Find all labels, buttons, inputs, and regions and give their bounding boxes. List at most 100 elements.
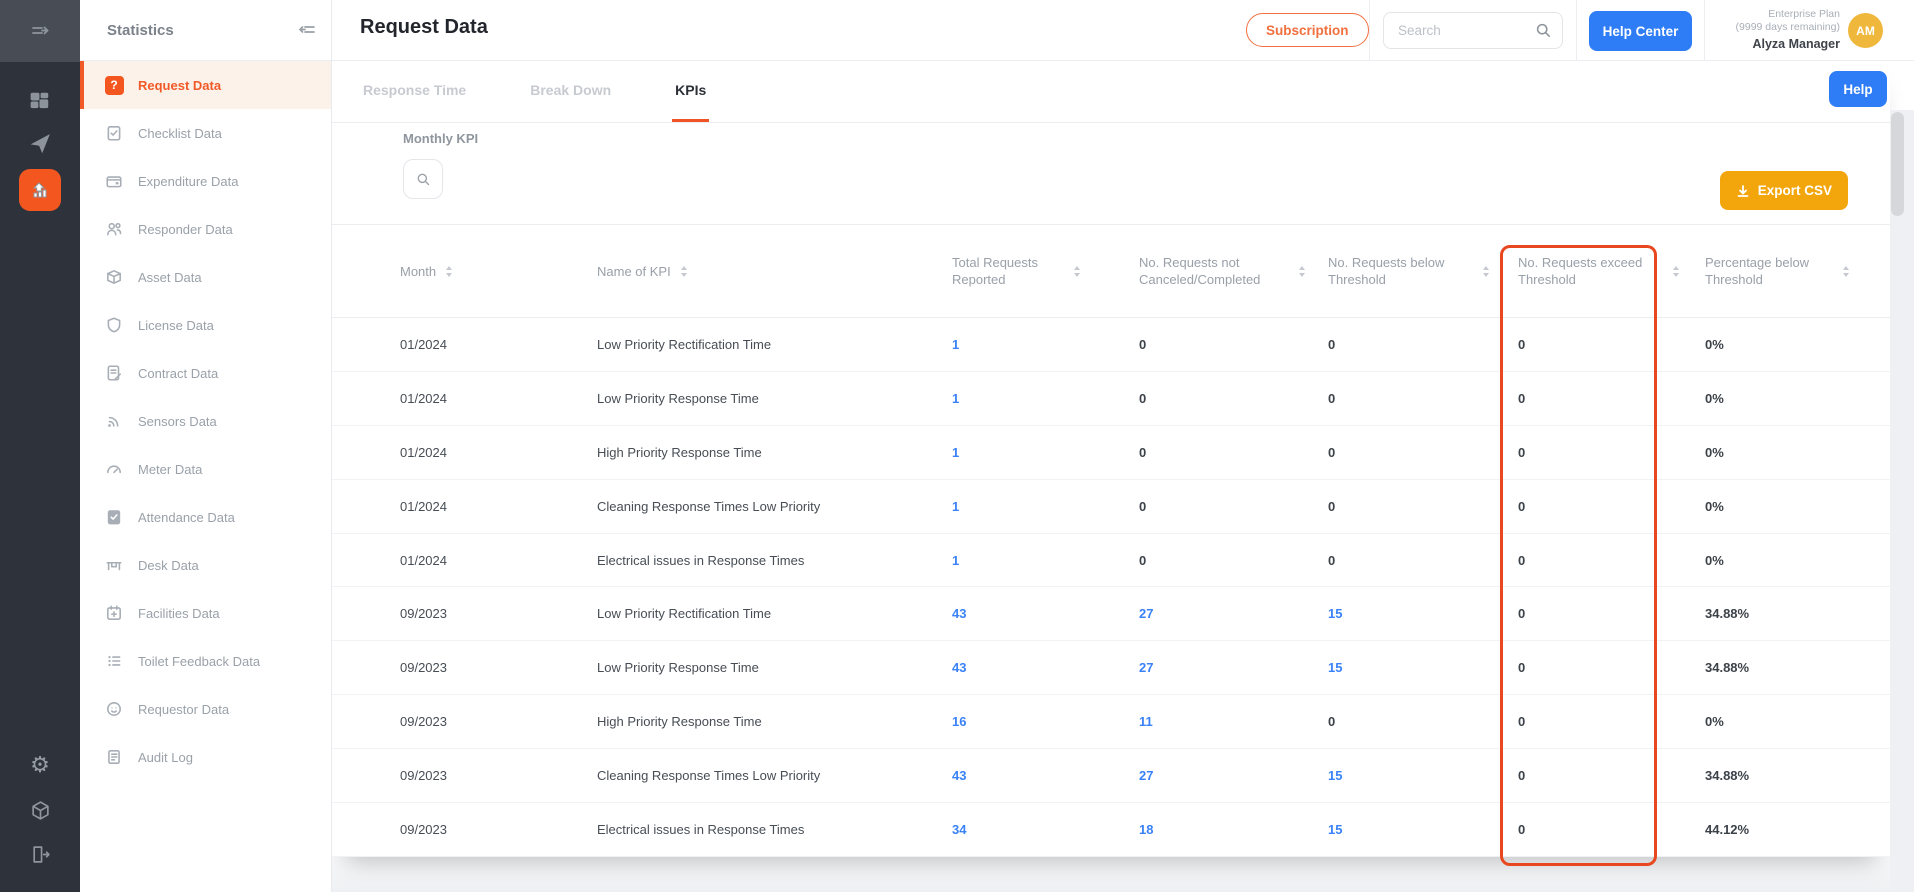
cell-month: 01/2024 <box>400 390 447 406</box>
sidebar-item-license-data[interactable]: License Data <box>80 301 331 349</box>
sort-icon[interactable] <box>1843 265 1849 277</box>
table-row: 01/2024 Low Priority Response Time 1 0 0 0 0% <box>332 372 1890 426</box>
cell-month: 01/2024 <box>400 552 447 568</box>
sidebar-item-requestor-data[interactable]: Requestor Data <box>80 685 331 733</box>
sidebar-item-checklist-data[interactable]: Checklist Data <box>80 109 331 157</box>
scrollbar-thumb[interactable] <box>1891 112 1904 216</box>
sidebar-item-contract-data[interactable]: Contract Data <box>80 349 331 397</box>
checklist-icon <box>104 123 124 143</box>
sidebar-item-asset-data[interactable]: Asset Data <box>80 253 331 301</box>
header-divider <box>1369 0 1370 60</box>
asset-icon <box>104 267 124 287</box>
tab-response-time[interactable]: Response Time <box>360 61 469 122</box>
cell-percentage-below-threshold: 34.88% <box>1705 660 1750 676</box>
cell-kpi-name: Electrical issues in Response Times <box>597 552 805 568</box>
sort-icon[interactable] <box>446 265 453 277</box>
scrollbar-track <box>1890 110 1914 892</box>
tab-break-down[interactable]: Break Down <box>527 61 614 122</box>
sidebar-item-audit-log[interactable]: Audit Log <box>80 733 331 781</box>
main-card: Response Time Break Down KPIs Monthly KPI … <box>332 61 1890 857</box>
settings-nav-button[interactable]: ⚙ <box>0 754 80 776</box>
column-header-label: Month <box>400 263 437 279</box>
sort-icon[interactable] <box>1483 265 1489 277</box>
sidebar-title: Statistics <box>107 21 174 39</box>
sidebar-item-attendance-data[interactable]: Attendance Data <box>80 493 331 541</box>
tab-kpis[interactable]: KPIs <box>672 61 710 122</box>
cell-requests-not-canceled: 0 <box>1139 390 1147 406</box>
modules-nav-button[interactable] <box>0 800 80 821</box>
sidebar-item-toilet-feedback-data[interactable]: Toilet Feedback Data <box>80 637 331 685</box>
cell-requests-not-canceled[interactable]: 18 <box>1139 822 1328 837</box>
sidebar-item-responder-data[interactable]: Responder Data <box>80 205 331 253</box>
statistics-active-tile <box>19 169 61 211</box>
sidebar-item-desk-data[interactable]: Desk Data <box>80 541 331 589</box>
plan-days-remaining: (9999 days remaining) <box>1735 21 1840 33</box>
cell-requests-exceed-threshold: 0 <box>1518 336 1526 352</box>
column-header-no-requests-exceed-threshold: No. Requests exceed Threshold <box>1518 254 1705 288</box>
cell-percentage-below-threshold: 0% <box>1705 444 1724 460</box>
sidebar-item-expenditure-data[interactable]: Expenditure Data <box>80 157 331 205</box>
cell-total-requests[interactable]: 43 <box>952 606 1139 621</box>
cell-requests-below-threshold[interactable]: 15 <box>1328 822 1518 837</box>
cell-requests-below-threshold[interactable]: 15 <box>1328 660 1518 675</box>
cell-total-requests[interactable]: 1 <box>952 337 1139 352</box>
cell-total-requests[interactable]: 1 <box>952 391 1139 406</box>
table-search-box[interactable] <box>403 159 443 199</box>
expenditure-icon <box>104 171 124 191</box>
cell-total-requests[interactable]: 16 <box>952 714 1139 729</box>
section-title: Monthly KPI <box>403 131 479 146</box>
sidebar-item-request-data[interactable]: ? Request Data <box>80 61 331 109</box>
sidebar-item-facilities-data[interactable]: Facilities Data <box>80 589 331 637</box>
column-header-no-requests-below-threshold: No. Requests below Threshold <box>1328 254 1518 288</box>
cell-total-requests[interactable]: 43 <box>952 660 1139 675</box>
audit-icon <box>104 747 124 767</box>
sort-icon[interactable] <box>1299 265 1305 277</box>
dashboard-nav-button[interactable] <box>0 90 80 112</box>
statistics-nav-button[interactable] <box>0 169 80 211</box>
help-center-button[interactable]: Help Center <box>1589 11 1692 51</box>
logout-nav-button[interactable] <box>0 844 80 865</box>
cell-kpi-name: High Priority Response Time <box>597 714 762 730</box>
cell-requests-not-canceled: 0 <box>1139 552 1147 568</box>
logout-door-icon <box>32 846 50 863</box>
cell-total-requests[interactable]: 1 <box>952 445 1139 460</box>
sort-icon[interactable] <box>680 265 687 277</box>
sort-icon[interactable] <box>1673 265 1679 277</box>
sidebar-item-label: License Data <box>138 317 214 333</box>
collapse-sidebar-icon[interactable] <box>297 20 317 40</box>
cell-month: 09/2023 <box>400 768 447 784</box>
facilities-icon <box>104 603 124 623</box>
indent-arrow-icon <box>32 26 49 35</box>
cell-month: 09/2023 <box>400 606 447 622</box>
avatar[interactable]: AM <box>1848 13 1883 48</box>
column-header-label: Name of KPI <box>597 263 671 279</box>
subscription-button[interactable]: Subscription <box>1246 13 1369 47</box>
plan-info: Enterprise Plan (9999 days remaining) Al… <box>1704 8 1840 52</box>
search-icon <box>417 173 429 185</box>
export-csv-button[interactable]: Export CSV <box>1719 171 1848 210</box>
sidebar-item-sensors-data[interactable]: Sensors Data <box>80 397 331 445</box>
column-header-label: Total Requests Reported <box>952 255 1038 287</box>
sidebar-item-label: Facilities Data <box>138 605 220 621</box>
cell-total-requests[interactable]: 43 <box>952 768 1139 783</box>
search-icon <box>1536 23 1550 37</box>
cell-month: 01/2024 <box>400 444 447 460</box>
column-header-label: No. Requests exceed Threshold <box>1518 255 1643 287</box>
send-nav-button[interactable] <box>0 132 80 154</box>
cell-requests-not-canceled[interactable]: 27 <box>1139 768 1328 783</box>
sidebar-toggle-button[interactable] <box>0 0 80 62</box>
cell-total-requests[interactable]: 34 <box>952 822 1139 837</box>
sidebar-item-meter-data[interactable]: Meter Data <box>80 445 331 493</box>
cell-kpi-name: Low Priority Response Time <box>597 390 759 406</box>
cell-requests-not-canceled[interactable]: 27 <box>1139 660 1328 675</box>
sidebar-item-label: Toilet Feedback Data <box>138 653 261 669</box>
sidebar-item-label: Expenditure Data <box>138 173 239 189</box>
cell-requests-below-threshold[interactable]: 15 <box>1328 606 1518 621</box>
cell-total-requests[interactable]: 1 <box>952 553 1139 568</box>
cell-requests-not-canceled[interactable]: 27 <box>1139 606 1328 621</box>
sort-icon[interactable] <box>1074 265 1080 277</box>
help-button[interactable]: Help <box>1829 71 1887 107</box>
cell-requests-not-canceled[interactable]: 11 <box>1139 714 1328 729</box>
cell-total-requests[interactable]: 1 <box>952 499 1139 514</box>
cell-requests-below-threshold[interactable]: 15 <box>1328 768 1518 783</box>
